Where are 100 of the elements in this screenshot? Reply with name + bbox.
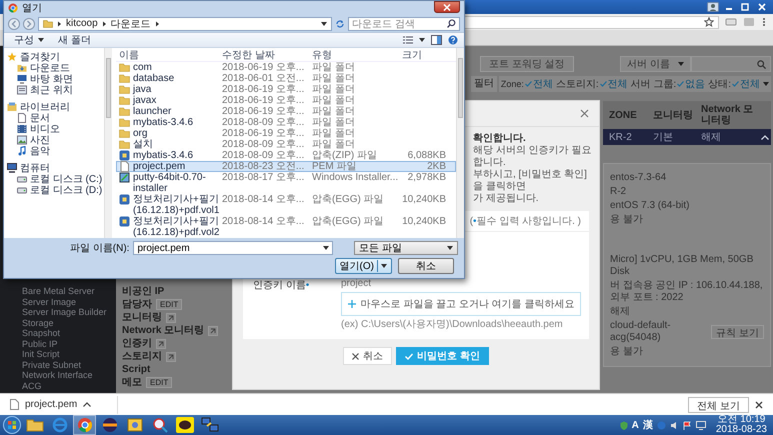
star-icon[interactable] [704, 17, 714, 27]
new-folder-button[interactable]: 새 폴더 [54, 33, 95, 47]
caret-icon [323, 246, 330, 250]
preview-pane-icon[interactable] [431, 35, 442, 45]
chevron-icon[interactable] [154, 20, 160, 26]
maximize-icon[interactable] [739, 2, 751, 12]
view-list-icon[interactable] [403, 36, 413, 44]
sidebar-item[interactable]: Private Subnet [0, 360, 116, 370]
nav-item[interactable]: 라이브러리 [7, 101, 104, 112]
file-row[interactable]: project.pem 2018-08-23 오전... PEM 파일 2KB [116, 161, 456, 172]
nav-item[interactable]: 로컬 디스크 (D:) [7, 184, 104, 195]
sidebar-item[interactable]: Bare Metal Server [0, 286, 116, 296]
file-row[interactable]: 정보처리기사+필기(16.12.18)+pdf.vol2 2018-08-14 오후... 압축(EGG) 파일 10,240KB [116, 216, 456, 238]
sidebar-item[interactable]: Network Interface [0, 370, 116, 380]
show-all-button[interactable]: 전체 보기 [688, 396, 749, 412]
column-header[interactable]: 수정한 날짜 [222, 48, 312, 62]
caret-icon[interactable] [321, 22, 327, 26]
chevron-icon[interactable] [102, 20, 107, 26]
chat-icon[interactable] [174, 415, 196, 435]
close-icon[interactable] [755, 400, 763, 408]
search-field[interactable] [691, 56, 771, 72]
column-header[interactable]: 크기 [402, 48, 448, 62]
intro-heading: 확인합니다. [473, 133, 527, 145]
nav-item[interactable]: 로컬 디스크 (C:) [7, 173, 104, 184]
file-row[interactable]: putty-64bit-0.70-installer 2018-08-17 오후... Windows Installer... 2,978KB [116, 172, 456, 194]
sidebar-item[interactable]: Snapshot [0, 328, 116, 338]
file-row[interactable]: 정보처리기사+필기(16.12.18)+pdf.vol1 2018-08-14 오후... 압축(EGG) 파일 10,240KB [116, 194, 456, 216]
chevron-icon[interactable] [57, 20, 62, 26]
file-type-dropdown[interactable]: 모든 파일 [354, 241, 458, 255]
path-segment[interactable]: 다운로드 [110, 16, 151, 30]
file-row[interactable]: launcher 2018-06-19 오후... 파일 폴더 [116, 106, 456, 117]
external-link-icon[interactable] [166, 312, 176, 322]
table-row[interactable]: KR-2 기본 해제 [603, 129, 771, 145]
open-button[interactable]: 열기(O) [334, 258, 392, 274]
nav-item[interactable]: 비디오 [7, 123, 104, 134]
path-segment[interactable]: kitcoop [66, 18, 98, 29]
file-date: 2018-06-19 오후... [222, 84, 306, 95]
nav-item[interactable]: 음악 [7, 145, 104, 156]
file-type: PEM 파일 [312, 161, 358, 172]
nav-item[interactable]: 사진 [7, 134, 104, 145]
organize-menu[interactable]: 구성 [10, 33, 48, 47]
search-scope-dropdown[interactable]: 서버 이름 [620, 56, 691, 72]
sidebar-item[interactable]: ACG [0, 380, 116, 391]
edit-button[interactable]: EDIT [146, 377, 172, 388]
file-drop-zone[interactable]: 마우스로 파일을 끌고 오거나 여기를 클릭하세요 [341, 292, 581, 316]
scrollbar[interactable] [104, 48, 112, 238]
file-date: 2018-06-19 오후... [222, 128, 306, 139]
external-link-icon[interactable] [166, 352, 176, 362]
sidebar-item[interactable]: Server Image Builder [0, 307, 116, 318]
flag-icon[interactable] [682, 420, 692, 430]
nav-item[interactable]: 컴퓨터 [7, 162, 104, 173]
ime-indicator[interactable]: 漢 [642, 418, 653, 432]
download-file-name[interactable]: project.pem [25, 399, 78, 410]
user-icon[interactable] [707, 2, 719, 12]
detail-value: 용 불가 [610, 214, 644, 226]
refresh-icon[interactable] [335, 18, 345, 28]
external-link-icon[interactable] [208, 326, 218, 336]
filter-name: 서버 그룹: [630, 78, 676, 91]
column-header[interactable]: 유형 [312, 48, 402, 62]
start-icon[interactable] [3, 416, 21, 434]
cancel-button[interactable]: 취소 [398, 258, 454, 274]
file-size: 2,978KB [406, 172, 447, 183]
scrollbar[interactable] [456, 48, 464, 238]
file-row[interactable]: mybatis-3.4.6 2018-08-09 오후... 압축(ZIP) 파일 6,088KB [116, 150, 456, 161]
file-row[interactable]: javax 2018-06-19 오후... 파일 폴더 [116, 95, 456, 106]
cancel-button[interactable]: 취소 [343, 347, 392, 365]
search-field[interactable]: 다운로드 검색 [348, 16, 460, 30]
caret-icon [38, 38, 44, 42]
path-field[interactable]: kitcoop 다운로드 [38, 16, 332, 30]
sidebar-item[interactable]: Public IP [0, 338, 116, 349]
volume-icon[interactable] [670, 420, 679, 430]
file-row[interactable]: 설치 2018-08-09 오후... 파일 폴더 [116, 139, 456, 150]
column-header[interactable]: 이름 [116, 48, 222, 62]
close-button[interactable] [434, 1, 460, 13]
file-name-field[interactable]: project.pem [133, 241, 334, 255]
edit-button[interactable]: EDIT [156, 299, 182, 310]
clock-date[interactable]: 2018-08-23 [716, 425, 767, 435]
nav-item[interactable]: 문서 [7, 112, 104, 123]
monitor-icon[interactable] [696, 420, 706, 430]
menu-icon[interactable] [761, 17, 767, 27]
file-row[interactable]: database 2018-06-01 오전... 파일 폴더 [116, 73, 456, 84]
nav-item[interactable]: 다운로드 [7, 62, 104, 73]
file-row[interactable]: com 2018-06-19 오후... 파일 폴더 [116, 62, 456, 73]
sidebar-item[interactable]: Init Script [0, 349, 116, 360]
file-name: com [133, 62, 152, 73]
file-row[interactable]: org 2018-06-19 오후... 파일 폴더 [116, 128, 456, 139]
sidebar-item[interactable]: Server Image [0, 296, 116, 307]
file-row[interactable]: java 2018-06-19 오후... 파일 폴더 [116, 84, 456, 95]
clock-time[interactable]: 오전 10:19 [718, 415, 766, 425]
sidebar-item[interactable]: Storage [0, 318, 116, 328]
ime-indicator[interactable]: A [632, 420, 639, 430]
caret-icon[interactable] [83, 402, 92, 407]
nav-item[interactable]: 바탕 화면 [7, 73, 104, 84]
detail-value: 해제 [610, 306, 631, 318]
external-link-icon[interactable] [156, 338, 166, 348]
folder-icon [119, 95, 130, 106]
nav-item[interactable]: 즐겨찾기 [7, 51, 104, 62]
file-row[interactable]: mybatis-3.4.6 2018-08-09 오후... 파일 폴더 [116, 117, 456, 128]
caret-icon[interactable] [419, 38, 425, 42]
nav-item[interactable]: 최근 위치 [7, 84, 104, 95]
